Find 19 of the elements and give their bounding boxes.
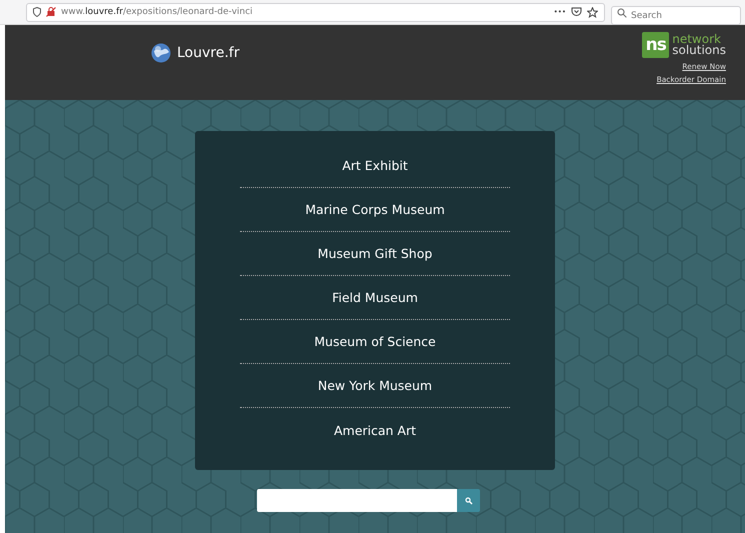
pocket-icon[interactable] [571, 7, 582, 17]
globe-icon [151, 42, 171, 62]
menu-link[interactable]: Field Museum [240, 276, 510, 320]
insecure-lock-icon [46, 7, 56, 17]
menu-link[interactable]: American Art [240, 408, 510, 452]
star-icon[interactable] [587, 6, 598, 18]
search-icon [617, 8, 627, 18]
search-icon [464, 496, 472, 504]
search-field[interactable]: Search [611, 6, 741, 25]
search-button[interactable] [457, 489, 480, 512]
menu-link[interactable]: Art Exhibit [240, 144, 510, 188]
menu-link[interactable]: Museum Gift Shop [240, 232, 510, 276]
search-input[interactable] [257, 489, 457, 512]
site-name[interactable]: Louvre.fr [177, 44, 240, 60]
menu-link[interactable]: Marine Corps Museum [240, 188, 510, 232]
url-text: www.louvre.fr/expositions/leonard-de-vinci [61, 7, 254, 17]
shield-icon [33, 7, 41, 17]
menu-link[interactable]: New York Museum [240, 364, 510, 408]
menu-link[interactable]: Museum of Science [240, 320, 510, 364]
